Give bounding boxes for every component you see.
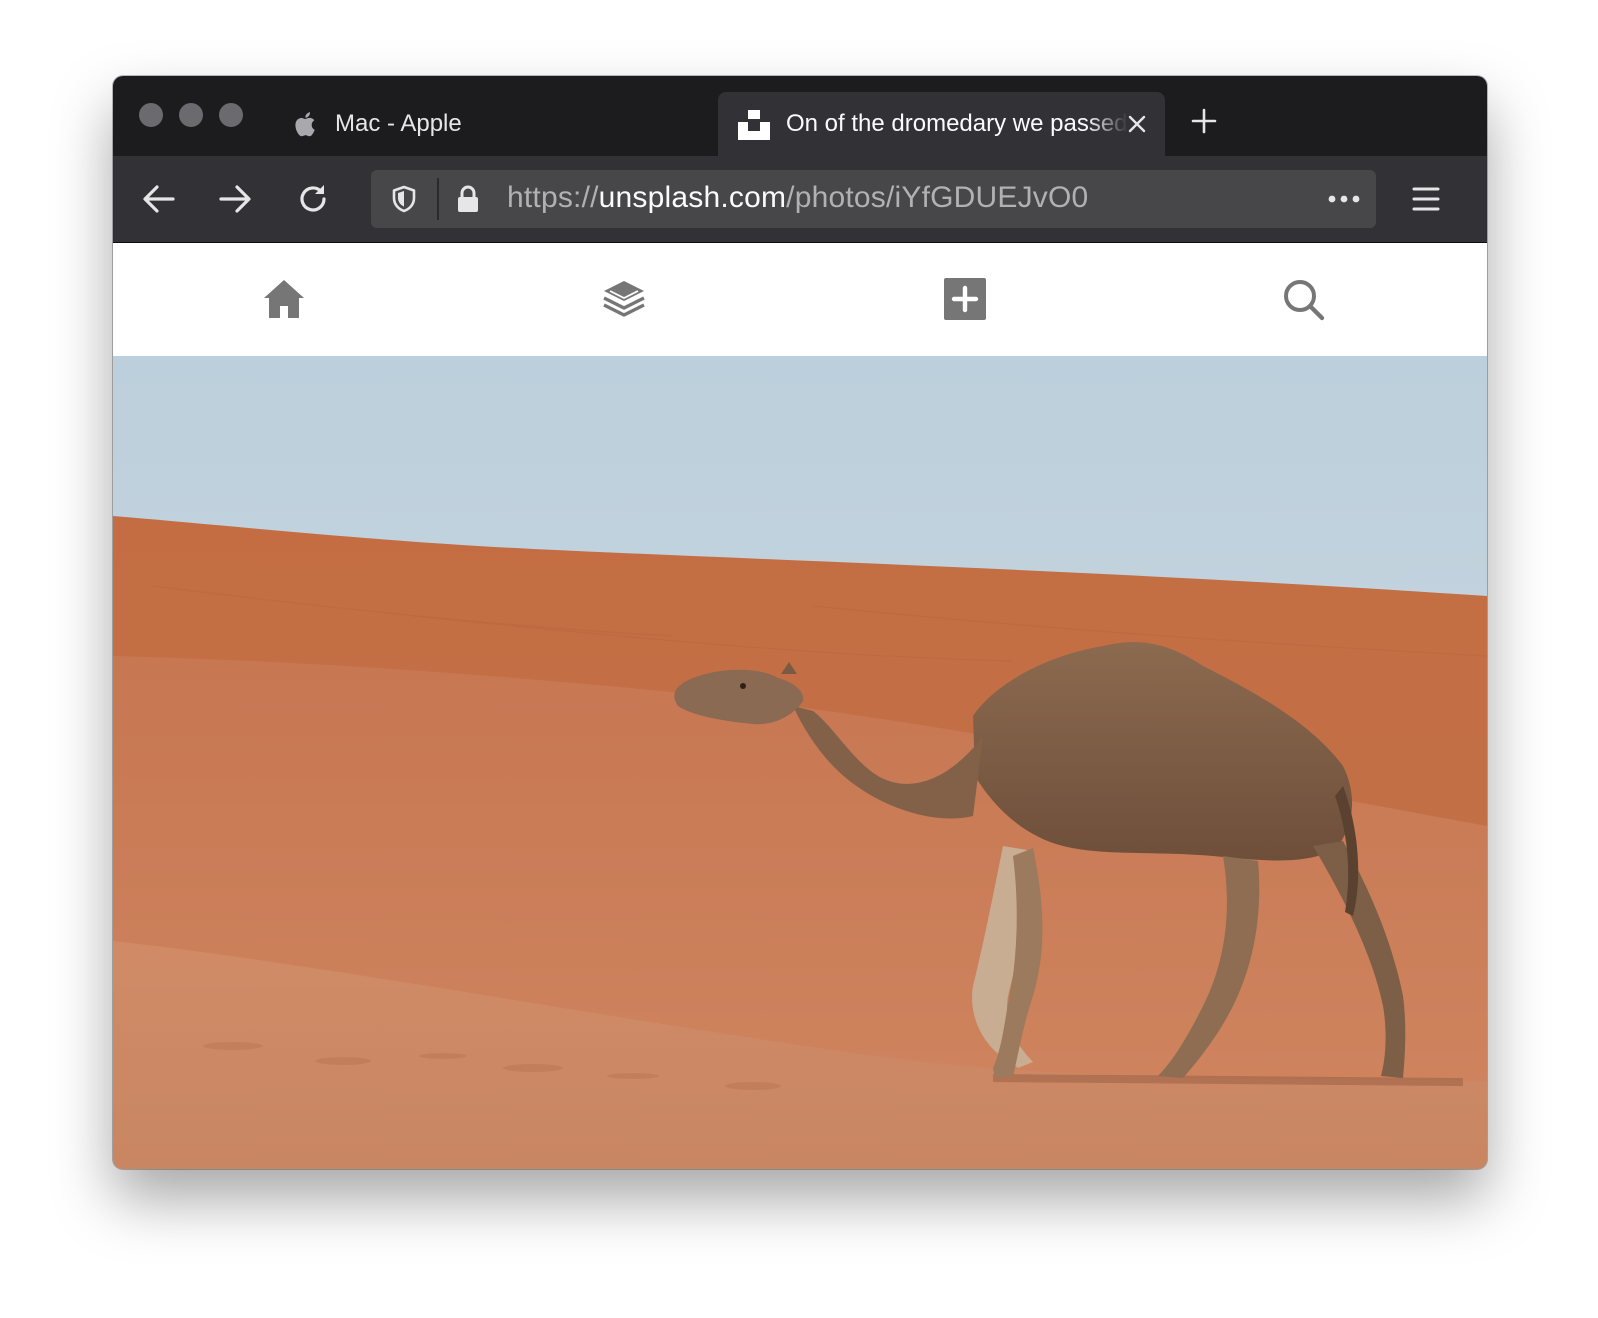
url-scheme: https:// <box>507 181 599 214</box>
lock-icon[interactable] <box>455 184 481 214</box>
zoom-window-button[interactable] <box>219 103 243 127</box>
url-bar[interactable]: https://unsplash.com/photos/iYfGDUEJvO0 <box>371 170 1376 228</box>
page-actions-ellipsis-icon[interactable] <box>1326 190 1362 208</box>
forward-arrow-icon[interactable] <box>213 177 257 221</box>
tab-strip: Mac - Apple On of the dromedary we passe… <box>113 76 1487 156</box>
close-tab-icon[interactable] <box>1123 110 1151 138</box>
tracking-protection-shield-icon[interactable] <box>389 184 419 214</box>
url-divider <box>437 178 439 220</box>
add-photo-icon[interactable] <box>943 277 987 321</box>
tab-mac-apple[interactable]: Mac - Apple <box>291 92 711 156</box>
apple-icon <box>295 112 315 137</box>
navigation-toolbar: https://unsplash.com/photos/iYfGDUEJvO0 <box>113 156 1487 243</box>
new-tab-icon[interactable] <box>1189 106 1219 136</box>
close-window-button[interactable] <box>139 103 163 127</box>
collections-icon[interactable] <box>602 277 646 321</box>
tab-unsplash[interactable]: On of the dromedary we passed <box>718 92 1165 156</box>
search-icon[interactable] <box>1281 277 1325 321</box>
url-host: unsplash.com <box>598 181 787 214</box>
unsplash-icon <box>738 110 770 140</box>
reload-icon[interactable] <box>291 177 335 221</box>
home-icon[interactable] <box>262 277 306 321</box>
photo-dromedary-in-desert[interactable] <box>113 356 1487 1169</box>
camel-desert-image <box>113 356 1487 1169</box>
url-text[interactable]: https://unsplash.com/photos/iYfGDUEJvO0 <box>507 181 1088 215</box>
hamburger-menu-icon[interactable] <box>1404 177 1448 221</box>
tab-label: Mac - Apple <box>335 110 462 137</box>
back-arrow-icon[interactable] <box>137 177 181 221</box>
site-nav-bar <box>113 243 1487 356</box>
tab-label: On of the dromedary we passed <box>786 110 1128 137</box>
minimize-window-button[interactable] <box>179 103 203 127</box>
browser-window: Mac - Apple On of the dromedary we passe… <box>113 76 1487 1169</box>
url-path: /photos/iYfGDUEJvO0 <box>786 181 1089 214</box>
